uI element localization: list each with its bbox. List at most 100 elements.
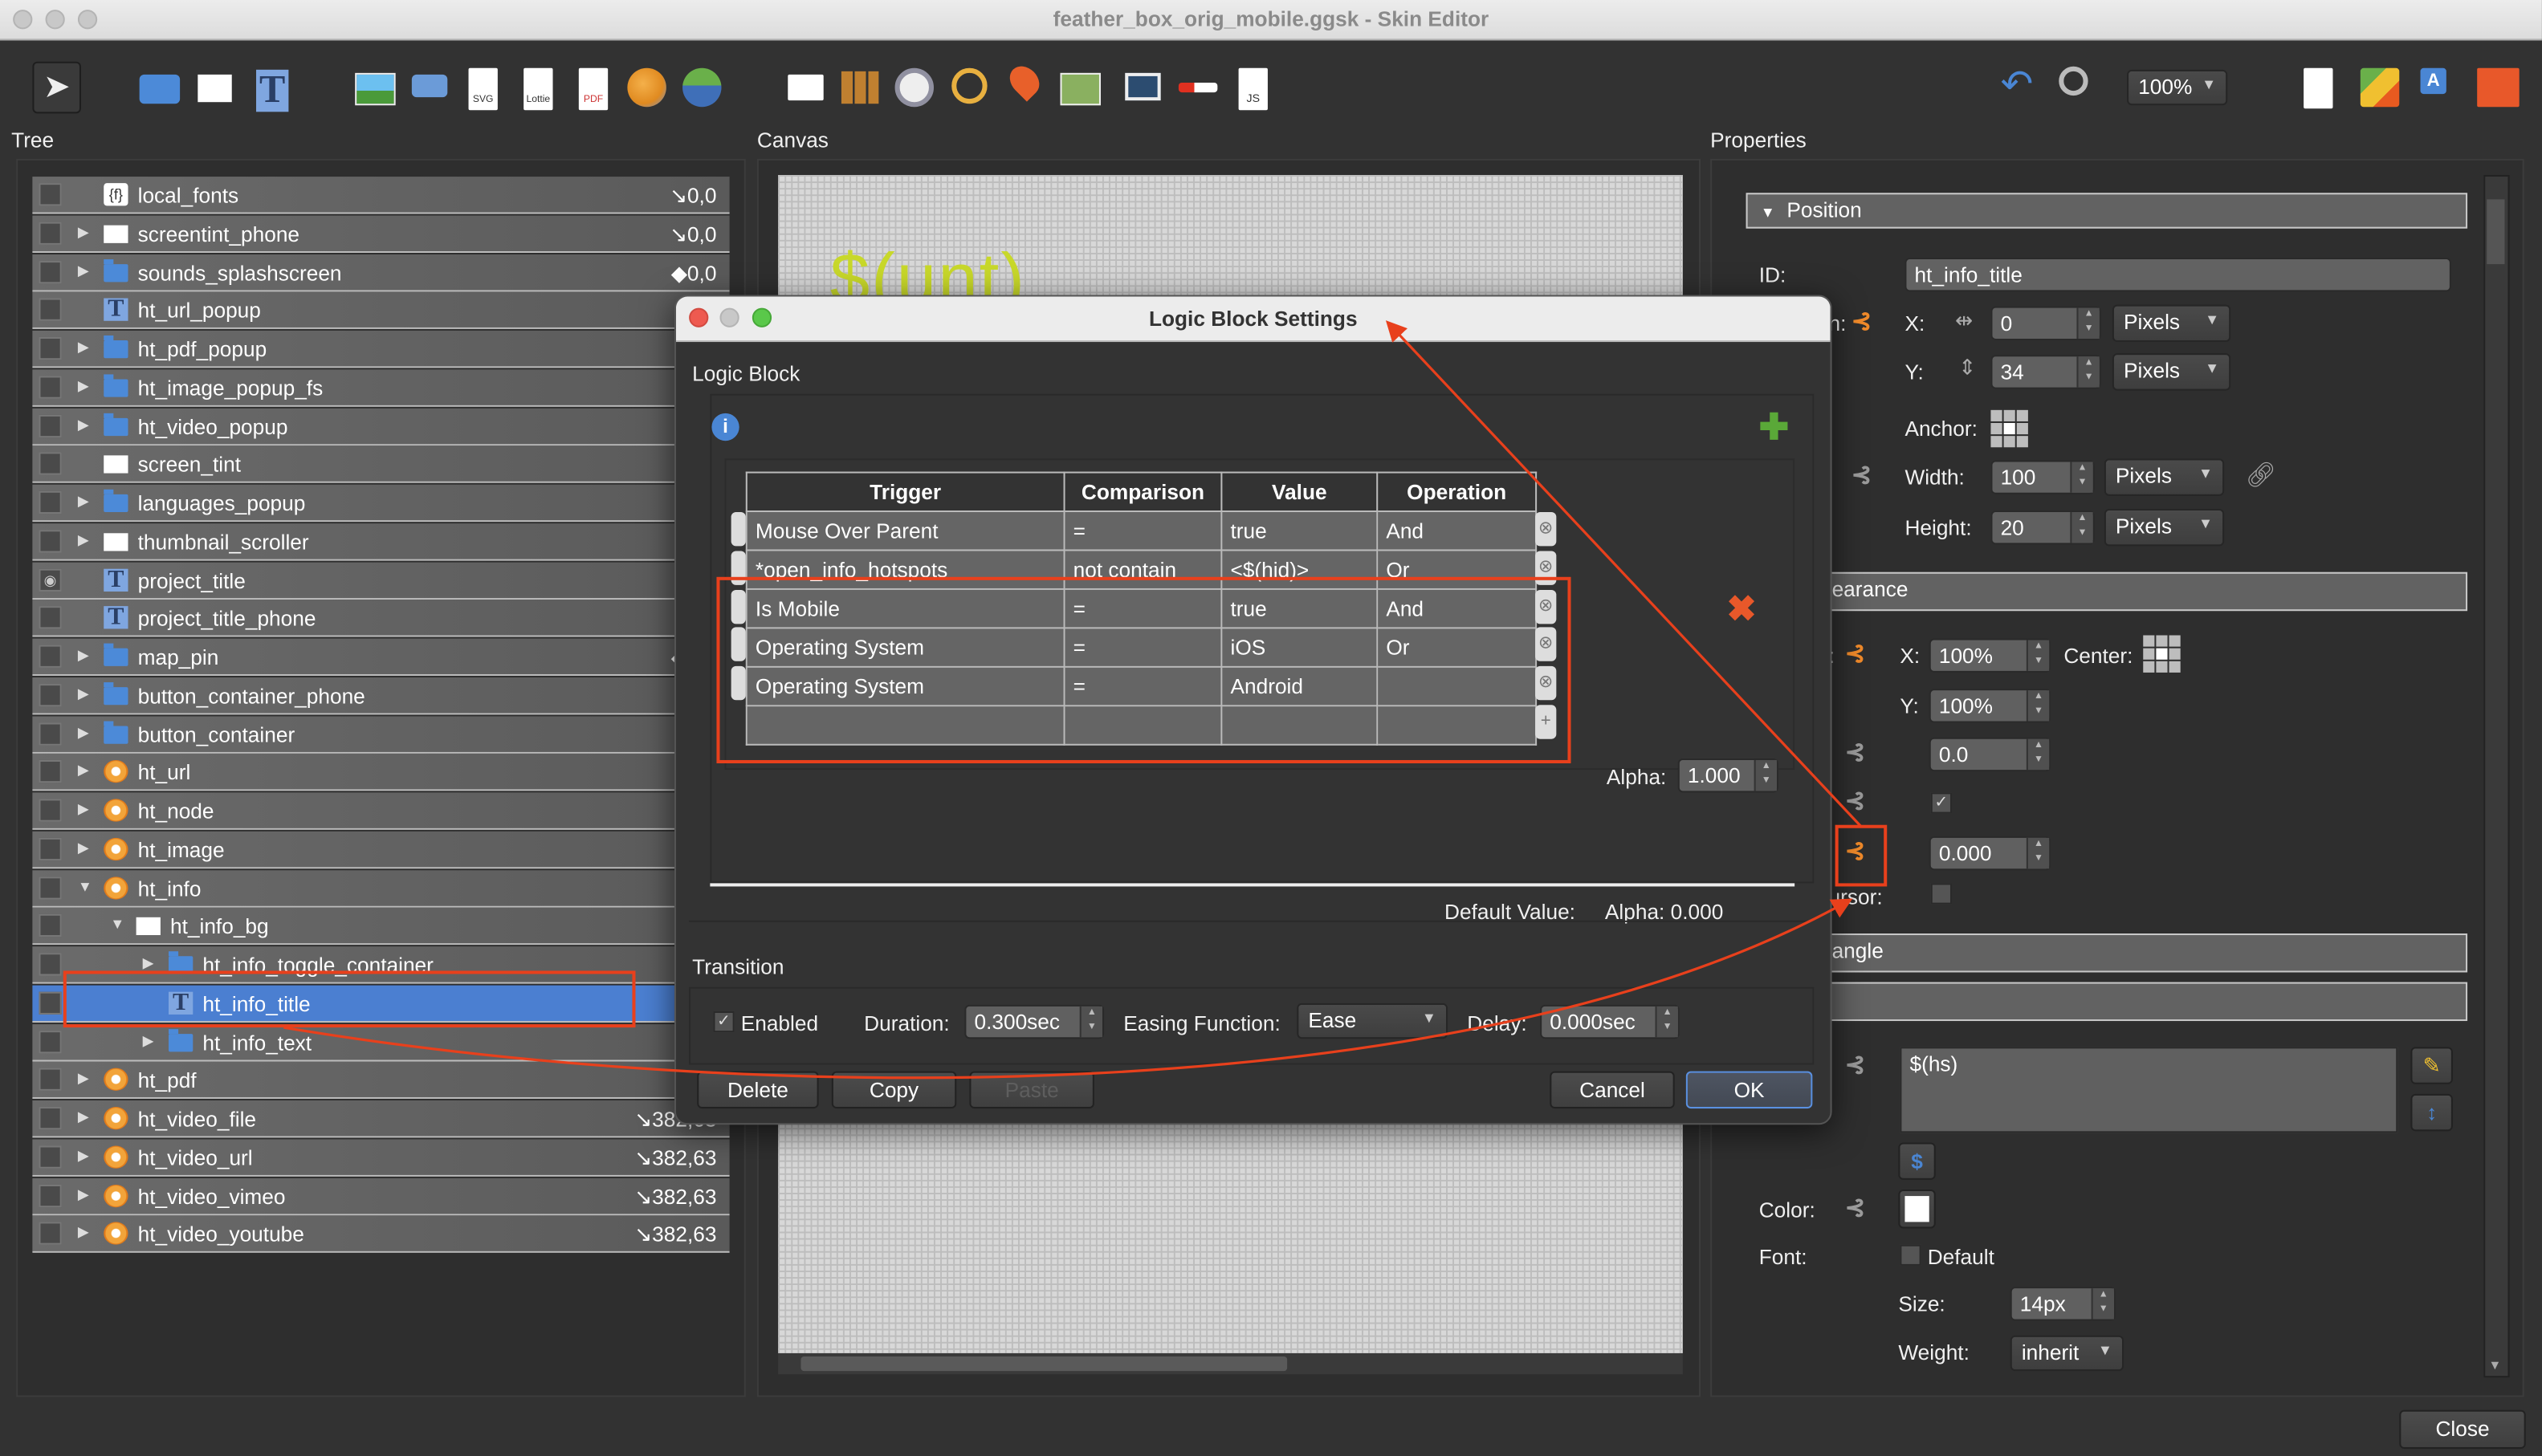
delete-logic-block-icon[interactable]: ✖ [1726, 588, 1756, 630]
tree-row[interactable]: ▶ button_container_phone [32, 677, 730, 714]
info-icon[interactable]: i [711, 413, 739, 441]
visibility-checkbox[interactable] [39, 413, 62, 437]
collapsed-arrow-icon[interactable]: ▶ [78, 1070, 89, 1088]
close-button[interactable]: Close [2399, 1409, 2526, 1450]
x-input[interactable]: 0 ▲ ▼ [1990, 306, 2101, 341]
tree-row[interactable]: screen_tint [32, 445, 730, 484]
image-tool-icon[interactable] [355, 72, 396, 106]
undo-icon[interactable]: ↶ [2001, 64, 2043, 107]
value-cell[interactable] [1220, 705, 1379, 746]
scale-x-input[interactable]: 100% ▲ ▼ [1929, 638, 2051, 673]
tree-row[interactable]: ▶ screentint_phone ↘0,0 [32, 215, 730, 253]
visibility-checkbox[interactable] [39, 490, 62, 514]
operation-cell[interactable]: Or [1376, 627, 1538, 668]
tree-row[interactable]: Tht_info_title◆ [32, 985, 730, 1023]
add-condition-icon[interactable]: + [1535, 705, 1557, 739]
anchor-grid[interactable] [1990, 409, 2028, 448]
visibility-checkbox[interactable] [39, 606, 62, 629]
visibility-checkbox[interactable] [39, 452, 62, 476]
stepper-icon[interactable]: ▲ ▼ [1655, 1006, 1678, 1038]
link-chain-icon[interactable]: 🔗︎ [2245, 460, 2275, 489]
stepper-icon[interactable]: ▲ ▼ [2091, 1288, 2114, 1320]
scrollbar-thumb[interactable] [800, 1356, 1288, 1372]
font-default-checkbox[interactable] [1900, 1244, 1921, 1266]
tree-row[interactable]: ▶ht_pdf↘26 [32, 1062, 730, 1100]
transition-enabled-checkbox[interactable]: ✓ [713, 1011, 735, 1033]
remove-condition-icon[interactable]: ⊗ [1535, 666, 1557, 701]
collapsed-arrow-icon[interactable]: ▶ [78, 1108, 89, 1126]
tree-row[interactable]: ▶ht_node↘8 [32, 792, 730, 830]
id-input[interactable]: ht_info_title [1904, 258, 2451, 292]
value-cell[interactable]: <$(hid)> [1220, 549, 1379, 590]
panorama-tool-icon[interactable] [627, 67, 666, 108]
lottie-tool-icon[interactable]: Lottie [523, 67, 553, 111]
column-header[interactable]: Comparison [1063, 471, 1223, 513]
remove-condition-icon[interactable]: ⊗ [1535, 589, 1557, 624]
text-content-input[interactable]: $(hs) [1900, 1047, 2398, 1133]
trigger-cell[interactable]: Operating System [745, 627, 1065, 668]
tree-row[interactable]: ▶thumbnail_scroller↑ [32, 523, 730, 561]
visibility-checkbox[interactable] [39, 299, 62, 322]
collapsed-arrow-icon[interactable]: ▶ [78, 493, 89, 510]
text-tool-icon[interactable]: T [256, 69, 289, 112]
stepper-icon[interactable]: ▲ ▼ [2076, 356, 2100, 388]
visibility-checkbox[interactable] [39, 529, 62, 553]
tree-row[interactable]: {f} local_fonts ↘0,0 [32, 177, 730, 214]
stepper-icon[interactable]: ▲ ▼ [2026, 738, 2050, 771]
stepper-icon[interactable]: ▲ ▼ [2026, 690, 2050, 722]
container-tool-icon[interactable] [139, 74, 181, 104]
easing-select[interactable]: Ease ▼ [1297, 1003, 1448, 1039]
copy-button[interactable]: Copy [831, 1071, 957, 1109]
node-map-tool-icon[interactable] [682, 67, 722, 108]
visibility-checkbox[interactable] [39, 375, 62, 399]
trigger-cell[interactable]: *open_info_hotspots [745, 549, 1065, 590]
visibility-checkbox[interactable] [39, 760, 62, 783]
visibility-checkbox[interactable] [39, 1222, 62, 1246]
collapsed-arrow-icon[interactable]: ▶ [78, 762, 89, 779]
visibility-checkbox[interactable] [39, 799, 62, 822]
tree-row[interactable]: ▶ ht_info_text [32, 1023, 730, 1061]
trigger-cell[interactable]: Mouse Over Parent [745, 510, 1065, 551]
tree-row[interactable]: Tproject_title_phone↘2 [32, 600, 730, 638]
tree-row[interactable]: ◉Tproject_title↘3 [32, 561, 730, 600]
operation-cell[interactable] [1376, 705, 1538, 746]
height-unit-select[interactable]: Pixels ▼ [2104, 508, 2225, 547]
tree-row[interactable]: ▶languages_popup◀ [32, 484, 730, 523]
expanded-arrow-icon[interactable]: ▼ [78, 877, 92, 893]
tree-row[interactable]: ▶map_pin◆22, [32, 638, 730, 676]
logic-block-link-icon[interactable]: ⊰ [1845, 738, 1865, 767]
tree-row[interactable]: ▶ button_container [32, 715, 730, 753]
logic-block-link-icon[interactable]: ⊰ [1845, 786, 1865, 815]
height-input[interactable]: 20 ▲ ▼ [1990, 510, 2095, 545]
visibility-checkbox[interactable] [39, 722, 62, 745]
trigger-cell[interactable]: Operating System [745, 665, 1065, 707]
condition-row[interactable]: *open_info_hotspots not contain <$(hid)> Or [745, 549, 1538, 590]
collapsed-arrow-icon[interactable]: ▶ [78, 685, 89, 703]
translate-icon[interactable]: A [2420, 67, 2446, 95]
scrollbar-thumb[interactable] [2487, 199, 2505, 265]
canvas-horizontal-scrollbar[interactable] [778, 1352, 1683, 1375]
tree-row[interactable]: ▶ht_url↘14 [32, 754, 730, 791]
collapsed-arrow-icon[interactable]: ▶ [78, 339, 89, 356]
stepper-icon[interactable]: ▲ ▼ [1754, 759, 1777, 791]
angle-input[interactable]: 0.0 ▲ ▼ [1929, 737, 2051, 772]
value-cell[interactable]: iOS [1220, 627, 1379, 668]
value-cell[interactable]: true [1220, 510, 1379, 551]
button-tool-icon[interactable] [411, 74, 448, 98]
visibility-checkbox[interactable] [39, 260, 62, 283]
tree-row[interactable]: ▶ ht_pdf_popup [32, 330, 730, 368]
scale-y-input[interactable]: 100% ▲ ▼ [1929, 689, 2051, 723]
value-cell[interactable]: true [1220, 588, 1379, 629]
javascript-tool-icon[interactable]: JS [1238, 67, 1268, 111]
collapsed-arrow-icon[interactable]: ▶ [78, 223, 89, 241]
position-section-header[interactable]: ▼ Position [1746, 193, 2468, 229]
expanded-arrow-icon[interactable]: ▼ [110, 916, 124, 932]
condition-row[interactable]: Operating System = iOS Or [745, 627, 1538, 668]
tree-row[interactable]: ▶ ht_info_toggle_container [32, 946, 730, 984]
tree-row[interactable]: ▶ ht_video_popup [32, 407, 730, 445]
tree-row[interactable]: ▶ ht_video_url ↘382,63 [32, 1138, 730, 1177]
drag-handle-icon[interactable] [731, 512, 746, 547]
collapsed-arrow-icon[interactable]: ▶ [78, 416, 89, 433]
operation-cell[interactable]: And [1376, 588, 1538, 629]
condition-row[interactable]: Is Mobile = true And [745, 588, 1538, 629]
